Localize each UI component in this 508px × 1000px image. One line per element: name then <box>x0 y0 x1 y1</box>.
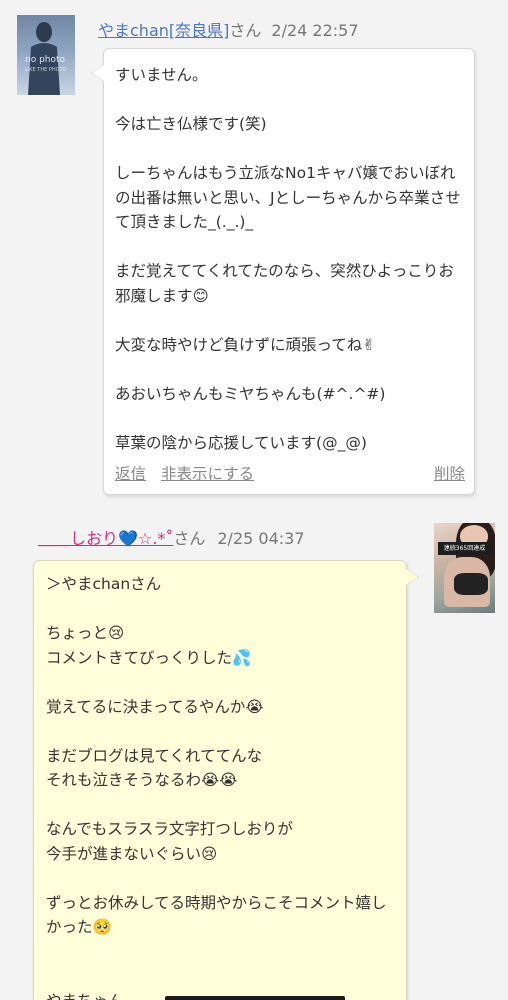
reply-line: ＞やまchanさん <box>46 575 162 593</box>
reply-line: なんでもスラスラ文字打つしおりが <box>46 820 293 838</box>
delete-link[interactable]: 削除 <box>434 462 465 484</box>
commenter-name-link[interactable]: やまchan[奈良県] <box>98 21 229 40</box>
comment-thread: no photo LIKE THE PHOTO やまchan[奈良県]さん 2/2… <box>0 0 508 1000</box>
comment-line: 草葉の陰から応援しています(@_@) <box>115 433 367 452</box>
reply-line: まだブログは見てくれててんな <box>46 746 263 765</box>
replier-avatar[interactable]: 連続365回達成 <box>434 523 495 613</box>
comment-line: すいません。 <box>115 66 208 84</box>
comment-bubble: すいません。 今は亡き仏様です(笑) しーちゃんはもう立派なNo1キャバ嬢でおい… <box>92 48 475 495</box>
bubble-tail <box>406 569 418 585</box>
comment-line: まだ覚えててくれてたのなら、突然ひよっこりお邪魔します😊 <box>115 262 454 305</box>
comment-meta: やまchan[奈良県]さん 2/24 22:57 <box>98 17 359 41</box>
reply-line: コメントきてびっくりした💦 <box>46 648 252 667</box>
comment-line: 今は亡き仏様です(笑) <box>115 115 267 133</box>
reply-line: ずっとお休みしてる時期やからこそコメント嬉しかった🥺 <box>46 893 387 937</box>
reply-line: 今手が進まないぐらい😢 <box>46 844 218 863</box>
reply-link[interactable]: 返信 <box>115 465 146 483</box>
reply-body: ＞やまchanさん ちょっと😢 コメントきてびっくりした💦 覚えてるに決まってる… <box>46 572 398 1000</box>
replier-name-link[interactable]: ＿＿しおり💙☆.*˚ <box>38 529 173 548</box>
comment-line: しーちゃんはもう立派なNo1キャバ嬢でおいぼれの出番は無いと思い、Jとしーちゃん… <box>115 164 461 231</box>
reply-line: 覚えてるに決まってるやんか😭 <box>46 697 264 716</box>
reply-line: ちょっと😢 <box>46 624 125 642</box>
comment-body: すいません。 今は亡き仏様です(笑) しーちゃんはもう立派なNo1キャバ嬢でおい… <box>115 63 467 455</box>
commenter-avatar-no-photo[interactable]: no photo LIKE THE PHOTO <box>17 15 75 95</box>
reply-bubble: ＞やまchanさん ちょっと😢 コメントきてびっくりした💦 覚えてるに決まってる… <box>33 560 418 1000</box>
honorific-suffix: さん <box>173 529 206 548</box>
bubble-tail <box>92 65 104 81</box>
hide-link[interactable]: 非表示にする <box>161 465 254 483</box>
reply-date: 2/25 04:37 <box>217 529 305 548</box>
comment-date: 2/24 22:57 <box>271 21 359 40</box>
avatar-no-photo-subtext: LIKE THE PHOTO <box>25 67 67 73</box>
honorific-suffix: さん <box>229 21 262 40</box>
streak-badge: 連続365回達成 <box>438 542 491 555</box>
reply-line: それも泣きそうなるわ😭😭 <box>46 771 238 789</box>
comment-line: 大変な時やけど負けずに頑張ってね✌ <box>115 335 376 354</box>
home-indicator <box>165 996 345 1000</box>
avatar-no-photo-text: no photo <box>25 55 66 65</box>
reply-meta: ＿＿しおり💙☆.*˚さん 2/25 04:37 <box>38 525 305 549</box>
comment-line: あおいちゃんもミヤちゃんも(#^.^#) <box>115 384 386 403</box>
comment-actions: 返信 非表示にする 削除 <box>115 462 465 484</box>
